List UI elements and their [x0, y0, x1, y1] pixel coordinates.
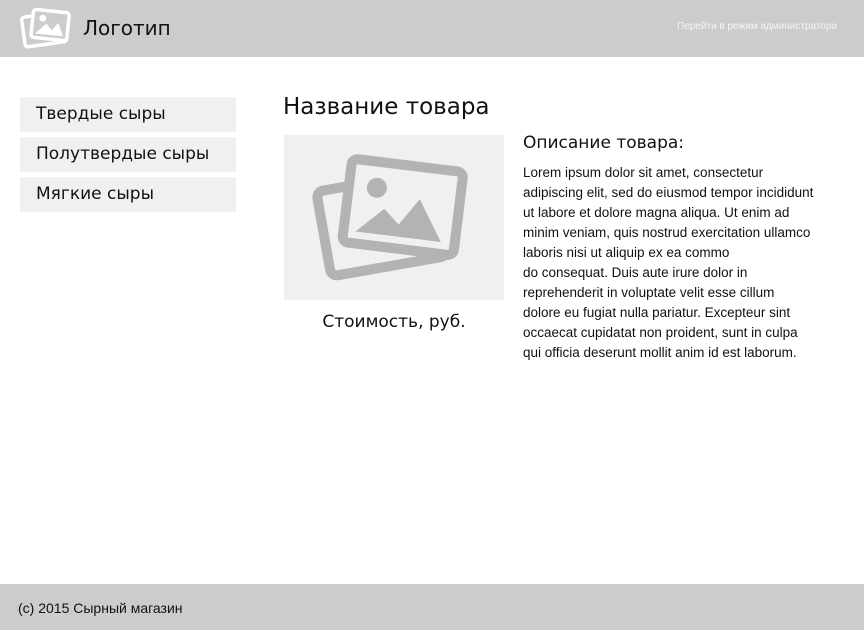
description-heading: Описание товара:: [523, 133, 685, 153]
image-icon[interactable]: [19, 6, 74, 50]
product-image: [284, 135, 504, 300]
product-title: Название товара: [283, 94, 490, 120]
price-label: Стоимость, руб.: [322, 312, 466, 332]
sidebar: Твердые сыры Полутвердые сыры Мягкие сыр…: [20, 97, 236, 217]
copyright-text: (c) 2015 Сырный магазин: [18, 600, 183, 616]
header: Логотип Перейти в режим администратора: [0, 0, 864, 57]
sidebar-item-hard-cheeses[interactable]: Твердые сыры: [20, 97, 236, 132]
image-placeholder-icon: [312, 154, 468, 281]
description-text: Lorem ipsum dolor sit amet, consectetur …: [523, 165, 814, 360]
page: Логотип Перейти в режим администратора Т…: [0, 0, 864, 630]
footer: (c) 2015 Сырный магазин: [0, 584, 864, 630]
sidebar-item-soft-cheeses[interactable]: Мягкие сыры: [20, 177, 236, 212]
sidebar-item-semi-hard-cheeses[interactable]: Полутвердые сыры: [20, 137, 236, 172]
admin-mode-link[interactable]: Перейти в режим администратора: [677, 20, 837, 34]
logo-text[interactable]: Логотип: [83, 16, 171, 40]
